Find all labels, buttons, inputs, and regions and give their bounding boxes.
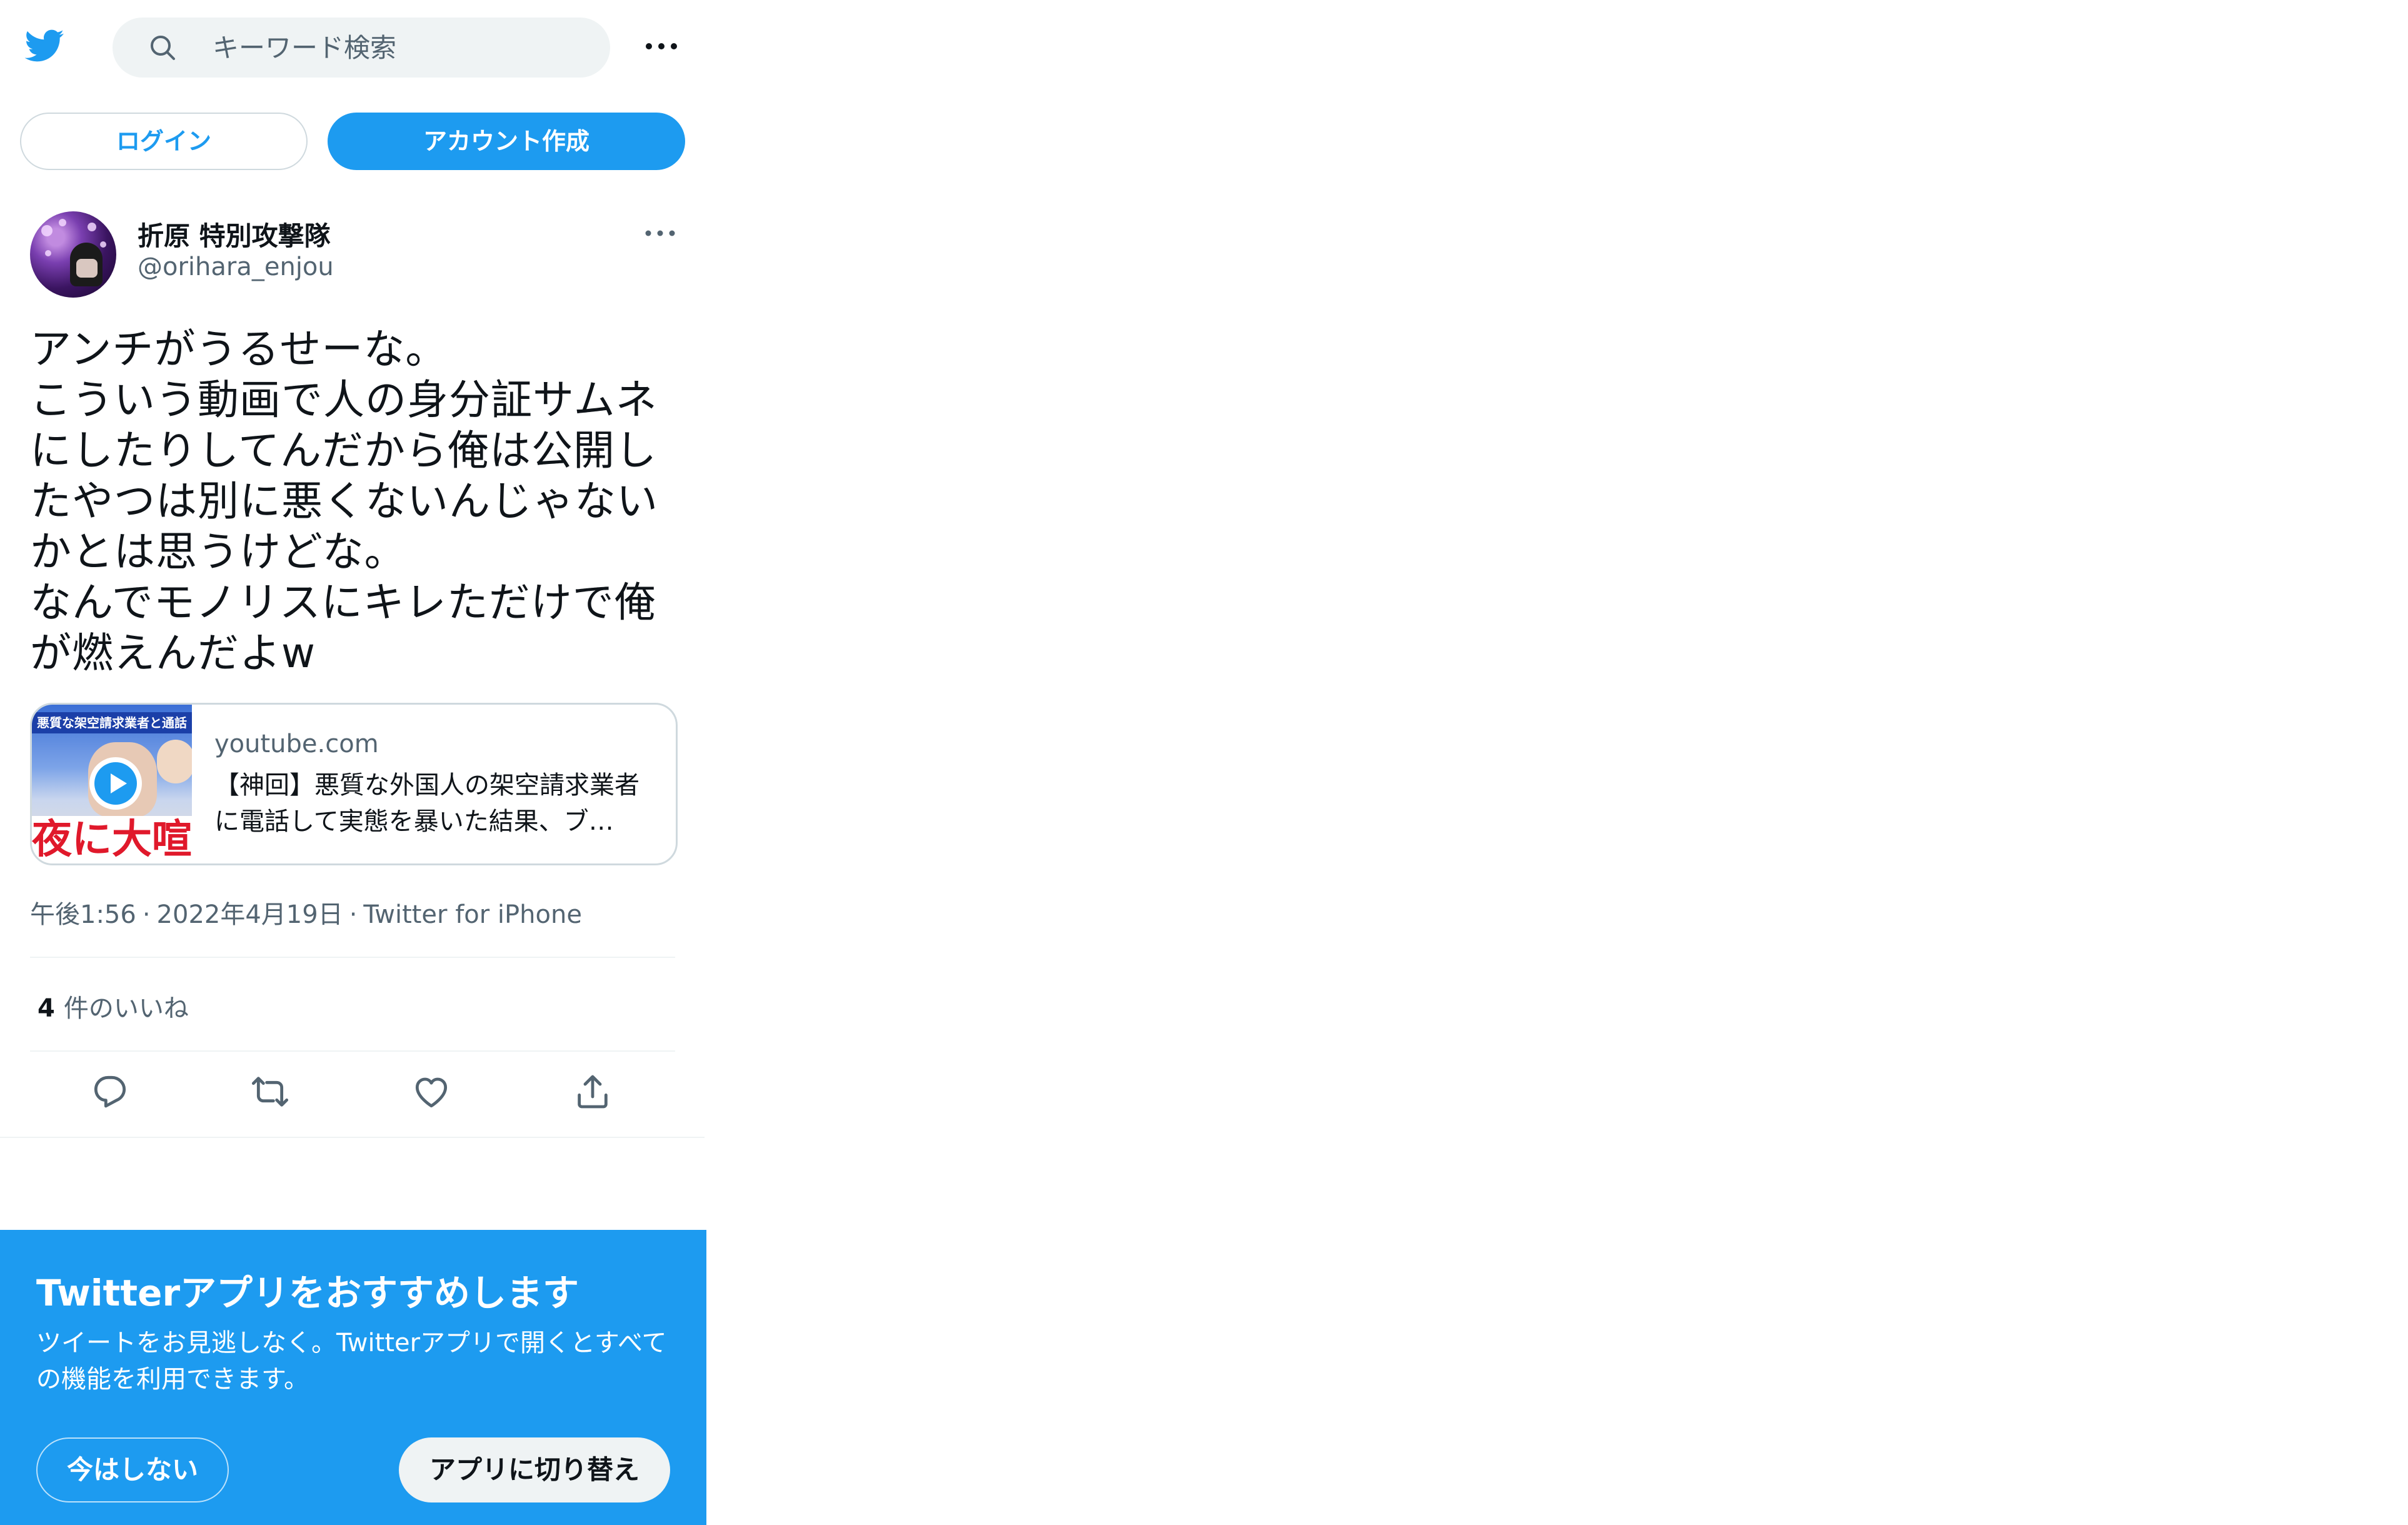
meta-separator: · — [349, 900, 358, 929]
promo-title: Twitterアプリをおすすめします — [36, 1272, 579, 1314]
tweet-source[interactable]: Twitter for iPhone — [363, 900, 582, 929]
card-domain: youtube.com — [214, 730, 379, 758]
thumbnail-banner-text: 悪質な架空請求業者と通話 — [32, 712, 192, 733]
tweet-actions — [0, 1063, 705, 1125]
tweet-date[interactable]: 2022年4月19日 — [157, 900, 343, 929]
divider — [30, 957, 675, 958]
search-box[interactable] — [113, 18, 610, 78]
search-icon — [151, 36, 175, 60]
twitter-bird-icon[interactable] — [20, 25, 68, 66]
display-name[interactable]: 折原 特別攻撃隊 — [138, 215, 331, 253]
auth-buttons: ログイン アカウント作成 — [20, 113, 686, 170]
divider — [30, 1050, 675, 1052]
promo-body: ツイートをお見逃しなく。Twitterアプリで開くとすべての機能を利用できます。 — [36, 1329, 667, 1394]
reply-icon[interactable] — [90, 1072, 130, 1112]
login-button[interactable]: ログイン — [20, 113, 308, 170]
retweet-icon[interactable] — [250, 1072, 290, 1112]
tweet-meta: 午後1:56 · 2022年4月19日 · Twitter for iPhone — [30, 894, 582, 930]
card-title: 【神回】悪質な外国人の架空請求業者に電話して実態を暴いた結果、ブ… — [214, 771, 640, 836]
likes-number: 4 — [38, 994, 55, 1023]
tweet-time[interactable]: 午後1:56 — [30, 900, 136, 929]
like-icon[interactable] — [411, 1072, 451, 1112]
link-card[interactable]: 悪質な架空請求業者と通話 夜に大喧嘩 youtube.com 【神回】悪質な外国… — [30, 703, 678, 865]
thumbnail-caption-text: 夜に大喧嘩 — [32, 816, 192, 863]
avatar[interactable] — [30, 211, 116, 298]
more-horizontal-icon[interactable] — [644, 39, 679, 54]
switch-to-app-button[interactable]: アプリに切り替え — [399, 1437, 670, 1502]
likes-count[interactable]: 4 件のいいね — [38, 988, 189, 1024]
meta-separator: · — [142, 900, 151, 929]
likes-label: 件のいいね — [63, 994, 189, 1023]
app-promo-banner: Twitterアプリをおすすめします ツイートをお見逃しなく。Twitterアプ… — [0, 1230, 706, 1525]
share-icon[interactable] — [573, 1072, 613, 1112]
top-bar — [0, 0, 705, 100]
signup-button[interactable]: アカウント作成 — [328, 113, 685, 170]
tweet-text: アンチがうるせーな。 こういう動画で人の身分証サムネにしたりしてんだから俺は公開… — [30, 325, 658, 677]
divider — [0, 1137, 705, 1138]
video-thumbnail[interactable]: 悪質な架空請求業者と通話 夜に大喧嘩 — [32, 705, 192, 863]
search-input[interactable] — [213, 18, 588, 78]
play-icon[interactable] — [88, 756, 143, 811]
not-now-button[interactable]: 今はしない — [36, 1437, 229, 1502]
user-handle[interactable]: @orihara_enjou — [138, 253, 334, 281]
more-horizontal-icon[interactable] — [644, 226, 676, 240]
page: ログイン アカウント作成 折原 特別攻撃隊 @orihara_enjou アンチ… — [0, 0, 2408, 1525]
